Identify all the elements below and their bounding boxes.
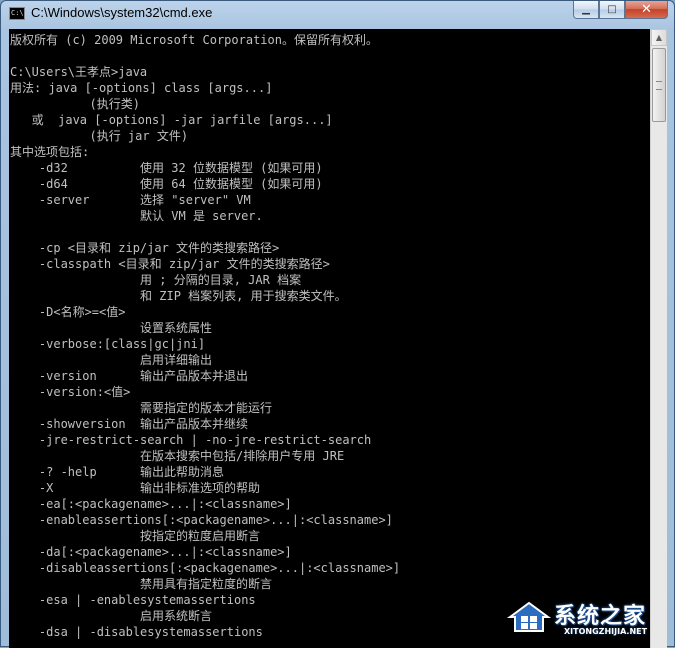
close-button[interactable]: ✕ xyxy=(625,1,668,19)
console-line: -version 输出产品版本并退出 xyxy=(10,369,249,383)
console-line: (执行 jar 文件) xyxy=(10,129,189,143)
console-line: 用法: java [-options] class [args...] xyxy=(10,81,273,95)
maximize-icon: □ xyxy=(607,3,617,15)
caption-buttons: ▁ □ ✕ xyxy=(573,1,668,20)
console-line: (执行类) xyxy=(10,97,140,111)
console-line: -classpath <目录和 zip/jar 文件的类搜索路径> xyxy=(10,257,330,271)
vertical-scrollbar[interactable]: ▲ xyxy=(650,29,667,648)
console-line: -showversion 输出产品版本并继续 xyxy=(10,417,249,431)
console-line: -d64 使用 64 位数据模型 (如果可用) xyxy=(10,177,323,191)
console-output[interactable]: 版权所有 (c) 2009 Microsoft Corporation。保留所有… xyxy=(9,29,650,648)
console-line: 需要指定的版本才能运行 xyxy=(10,401,273,415)
console-line: 禁用具有指定粒度的断言 xyxy=(10,577,273,591)
scrollbar-thumb[interactable] xyxy=(652,48,666,122)
close-icon: ✕ xyxy=(641,2,652,17)
console-line: 启用详细输出 xyxy=(10,353,213,367)
console-line: -X 输出非标准选项的帮助 xyxy=(10,481,261,495)
console-line: -da[:<packagename>...|:<classname>] xyxy=(10,545,292,559)
console-line: -d32 使用 32 位数据模型 (如果可用) xyxy=(10,161,323,175)
maximize-button[interactable]: □ xyxy=(599,1,625,19)
watermark-title: 系统之家 xyxy=(554,604,647,629)
console-line: -verbose:[class|gc|jni] xyxy=(10,337,206,351)
console-line: -version:<值> xyxy=(10,385,131,399)
console-line: 设置系统属性 xyxy=(10,321,213,335)
console-line: -disableassertions[:<packagename>...|:<c… xyxy=(10,561,401,575)
watermark-subtitle: XITONGZHIJIA.NET xyxy=(564,627,648,636)
cmd-window: C:\ C:\Windows\system32\cmd.exe ▁ □ ✕ 版权… xyxy=(0,0,675,648)
console-line: 其中选项包括: xyxy=(10,145,90,159)
console-line: -ea[:<packagename>...|:<classname>] xyxy=(10,497,292,511)
console-text: 版权所有 (c) 2009 Microsoft Corporation。保留所有… xyxy=(9,29,650,640)
watermark-logo: 系统之家 XITONGZHIJIA.NET xyxy=(506,596,668,640)
title-bar[interactable]: C:\ C:\Windows\system32\cmd.exe ▁ □ ✕ xyxy=(1,1,674,27)
console-line: 用 ; 分隔的目录, JAR 档案 xyxy=(10,273,302,287)
minimize-icon: ▁ xyxy=(582,3,590,15)
console-line: 按指定的粒度启用断言 xyxy=(10,529,261,543)
minimize-button[interactable]: ▁ xyxy=(573,1,599,19)
console-line: 和 ZIP 档案列表, 用于搜索类文件。 xyxy=(10,289,347,303)
console-line: 默认 VM 是 server. xyxy=(10,209,263,223)
house-logo-icon xyxy=(506,601,552,632)
console-line: 版权所有 (c) 2009 Microsoft Corporation。保留所有… xyxy=(10,33,378,47)
console-line: C:\Users\王孝点>java xyxy=(10,65,148,79)
console-line: 或 java [-options] -jar jarfile [args...] xyxy=(10,113,333,127)
console-line: -dsa | -disablesystemassertions xyxy=(10,625,263,639)
cmd-app-icon[interactable]: C:\ xyxy=(9,7,25,20)
window-title: C:\Windows\system32\cmd.exe xyxy=(31,5,213,20)
console-line: -enableassertions[:<packagename>...|:<cl… xyxy=(10,513,393,527)
scroll-up-button[interactable]: ▲ xyxy=(651,29,667,46)
console-line: -D<名称>=<值> xyxy=(10,305,126,319)
chevron-up-icon: ▲ xyxy=(655,33,663,42)
console-line: -cp <目录和 zip/jar 文件的类搜索路径> xyxy=(10,241,280,255)
console-line: 在版本搜索中包括/排除用户专用 JRE xyxy=(10,449,345,463)
console-line: -jre-restrict-search | -no-jre-restrict-… xyxy=(10,433,372,447)
console-line: -? -help 输出此帮助消息 xyxy=(10,465,225,479)
console-line: 启用系统断言 xyxy=(10,609,213,623)
console-line: -server 选择 "server" VM xyxy=(10,193,251,207)
console-line: -esa | -enablesystemassertions xyxy=(10,593,256,607)
